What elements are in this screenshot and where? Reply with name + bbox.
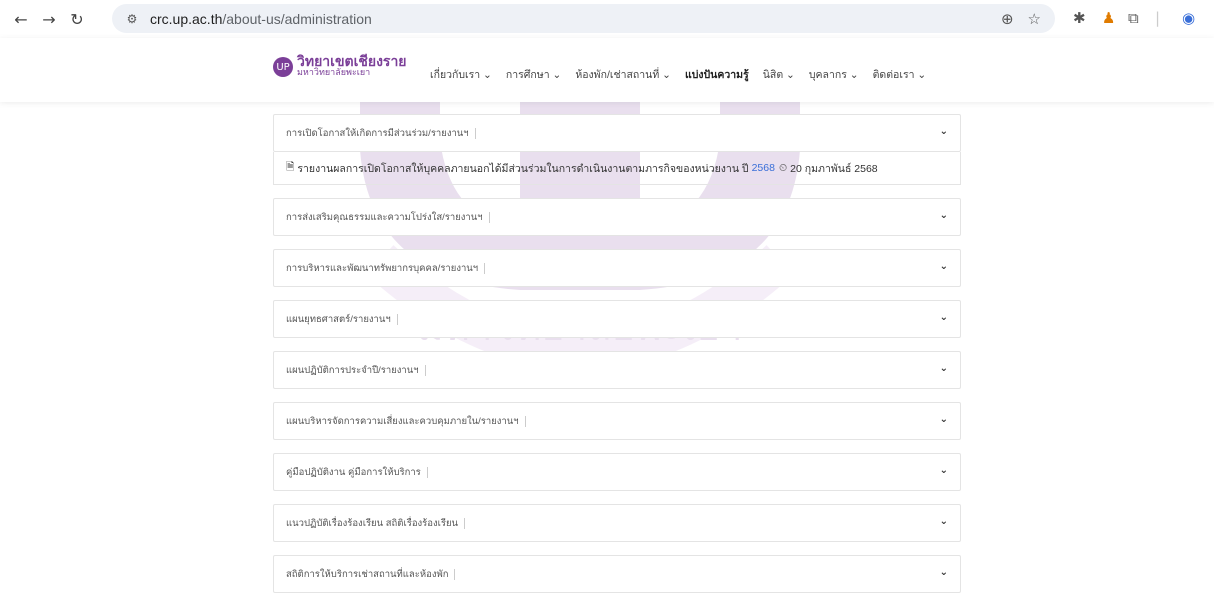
accordion-item-complaints[interactable]: แนวปฏิบัติเรื่องร้องเรียน สถิติเรื่องร้อ… (273, 504, 961, 542)
accordion-item-label: สถิติการให้บริการเช่าสถานที่และห้องพัก (286, 568, 449, 580)
chevron-down-icon[interactable]: ⌄ (940, 465, 948, 476)
nav-item-knowledge[interactable]: แบ่งปันความรู้ (685, 66, 749, 83)
chevron-down-icon[interactable]: ⌄ (940, 261, 948, 272)
divider (464, 517, 466, 529)
accordion-item-label: แนวปฏิบัติเรื่องร้องเรียน สถิติเรื่องร้อ… (286, 517, 459, 529)
accordion-item-label: แผนยุทธศาสตร์/รายงานฯ (286, 313, 391, 325)
report-link[interactable]: รายงานผลการเปิดโอกาสให้บุคคลภายนอกได้มีส… (297, 160, 748, 177)
nav-item-about[interactable]: เกี่ยวกับเรา ⌄ (430, 66, 492, 83)
report-date: 20 กุมภาพันธ์ 2568 (790, 162, 878, 175)
accordion-item-label: การเปิดโอกาสให้เกิดการมีส่วนร่วม/รายงานฯ (286, 127, 469, 139)
nav-item-education[interactable]: การศึกษา ⌄ (506, 66, 561, 83)
url-domain: crc.up.ac.th (150, 10, 223, 27)
accordion-item-ethics[interactable]: การส่งเสริมคุณธรรมและความโปร่งใส/รายงานฯ… (273, 198, 961, 236)
document-icon: 🗎 (286, 161, 295, 173)
extension-bug-icon[interactable]: ✱ (1073, 9, 1086, 27)
nav-item-rooms[interactable]: ห้องพัก/เช่าสถานที่ ⌄ (575, 66, 671, 83)
back-icon[interactable]: ← (10, 8, 32, 30)
chevron-down-icon[interactable]: ⌄ (940, 516, 948, 527)
toolbar-divider: | (1155, 9, 1161, 27)
divider (488, 211, 490, 223)
star-icon[interactable]: ☆ (1028, 10, 1041, 28)
nav-item-contact[interactable]: ติดต่อเรา ⌄ (873, 66, 927, 83)
browser-toolbar: ← → ↻ ⚙ crc.up.ac.th/about-us/administra… (0, 0, 1214, 38)
profile-icon[interactable]: ◉ (1182, 9, 1195, 27)
url-path: /about-us/administration (222, 10, 372, 27)
administration-accordion: การเปิดโอกาสให้เกิดการมีส่วนร่วม/รายงานฯ… (273, 114, 961, 606)
accordion-item-action-plan[interactable]: แผนปฏิบัติการประจำปี/รายงานฯ ⌄ (273, 351, 961, 389)
chevron-down-icon[interactable]: ⌄ (940, 363, 948, 374)
accordion-item-risk[interactable]: แผนบริหารจัดการความเสี่ยงและควบคุมภายใน/… (273, 402, 961, 440)
divider (484, 262, 486, 274)
chevron-down-icon[interactable]: ⌄ (940, 126, 948, 137)
divider (396, 313, 398, 325)
zoom-icon[interactable]: ⊕ (1001, 10, 1014, 28)
site-info-icon[interactable]: ⚙ (124, 11, 140, 27)
address-bar[interactable]: ⚙ crc.up.ac.th/about-us/administration ⊕… (112, 4, 1055, 33)
url-text[interactable]: crc.up.ac.th/about-us/administration (150, 11, 372, 27)
divider (426, 466, 428, 478)
accordion-item-manual[interactable]: คู่มือปฏิบัติงาน คู่มือการให้บริการ ⌄ (273, 453, 961, 491)
accordion-item-strategy[interactable]: แผนยุทธศาสตร์/รายงานฯ ⌄ (273, 300, 961, 338)
nav-item-staff[interactable]: บุคลากร ⌄ (809, 66, 859, 83)
site-header: UP วิทยาเขตเชียงราย มหาวิทยาลัยพะเยา เกี… (0, 38, 1214, 102)
accordion-item-label: คู่มือปฏิบัติงาน คู่มือการให้บริการ (286, 466, 421, 478)
chevron-down-icon[interactable]: ⌄ (940, 312, 948, 323)
site-logo[interactable]: UP วิทยาเขตเชียงราย มหาวิทยาลัยพะเยา (273, 53, 407, 78)
extension-chess-icon[interactable]: ♟ (1102, 9, 1115, 27)
logo-title: วิทยาเขตเชียงราย (297, 53, 407, 69)
accordion-item-label: การบริหารและพัฒนาทรัพยากรบุคคล/รายงานฯ (286, 262, 479, 274)
nav-item-students[interactable]: นิสิต ⌄ (763, 66, 795, 83)
university-logo-icon: UP (273, 57, 293, 77)
forward-icon[interactable]: → (38, 8, 60, 30)
puzzle-icon[interactable]: ⧉ (1128, 9, 1139, 27)
accordion-body: 🗎 รายงานผลการเปิดโอกาสให้บุคคลภายนอกได้ม… (273, 152, 961, 185)
clock-icon: ⏲ (778, 161, 788, 174)
report-year: 2568 (751, 162, 775, 174)
accordion-item-rental-stats[interactable]: สถิติการให้บริการเช่าสถานที่และห้องพัก ⌄ (273, 555, 961, 593)
accordion-item-label: แผนบริหารจัดการความเสี่ยงและควบคุมภายใน/… (286, 415, 519, 427)
divider (524, 415, 526, 427)
divider (474, 127, 476, 139)
chevron-down-icon[interactable]: ⌄ (940, 567, 948, 578)
accordion-item-hr[interactable]: การบริหารและพัฒนาทรัพยากรบุคคล/รายงานฯ ⌄ (273, 249, 961, 287)
divider (454, 568, 456, 580)
chevron-down-icon[interactable]: ⌄ (940, 414, 948, 425)
accordion-item-label: การส่งเสริมคุณธรรมและความโปร่งใส/รายงานฯ (286, 211, 483, 223)
chevron-down-icon[interactable]: ⌄ (940, 210, 948, 221)
accordion-item-label: แผนปฏิบัติการประจำปี/รายงานฯ (286, 364, 419, 376)
accordion-item-participation[interactable]: การเปิดโอกาสให้เกิดการมีส่วนร่วม/รายงานฯ… (273, 114, 961, 152)
reload-icon[interactable]: ↻ (66, 8, 88, 30)
main-nav: เกี่ยวกับเรา ⌄ การศึกษา ⌄ ห้องพัก/เช่าสถ… (430, 66, 940, 83)
divider (424, 364, 426, 376)
